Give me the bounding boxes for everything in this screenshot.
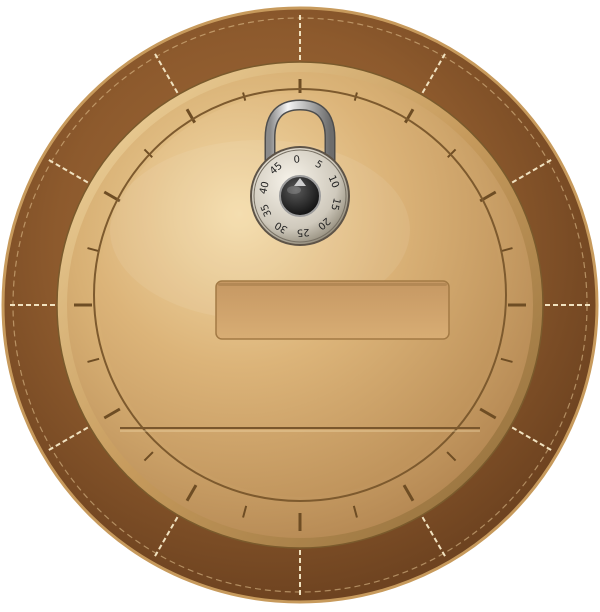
lock-dial-number: 0 (293, 154, 300, 166)
lock-dial-number: 25 (296, 226, 310, 238)
combination-input-field[interactable] (215, 280, 450, 340)
vault-graphic: 0 51015202530354045 (1, 6, 599, 604)
vault-widget: 0 5 10 15 20 25 30 35 40 45 (0, 0, 600, 612)
